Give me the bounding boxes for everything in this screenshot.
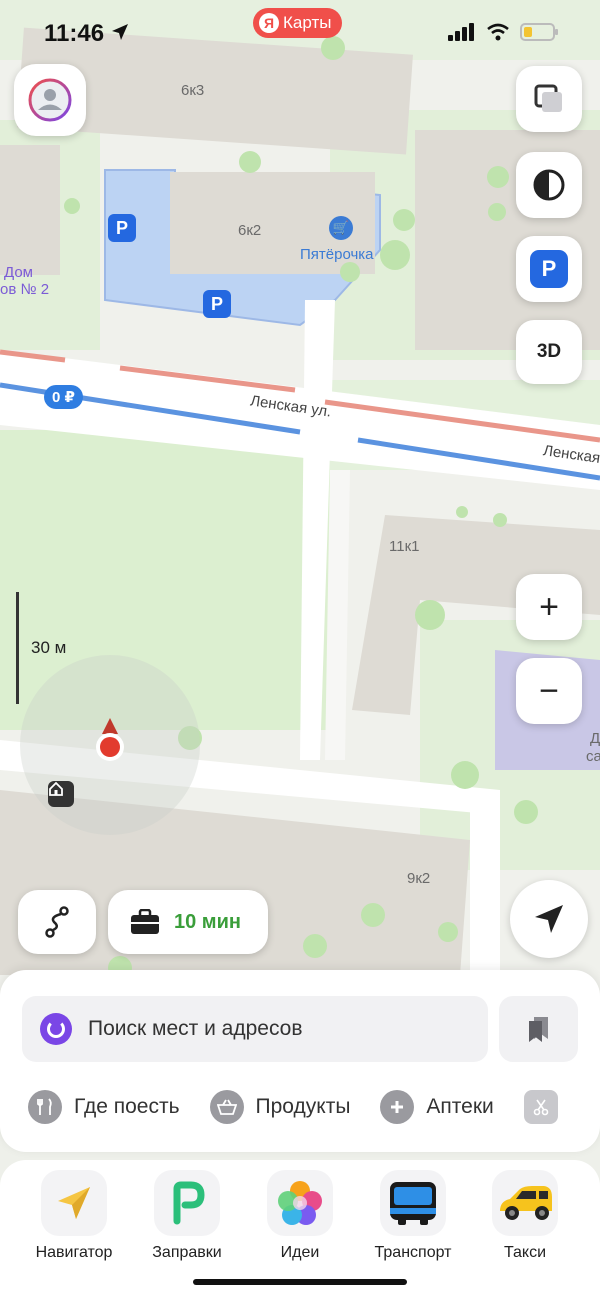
- building-label: 11к1: [389, 538, 420, 555]
- work-route-time: 10 мин: [174, 910, 241, 933]
- plus-icon: [380, 1090, 415, 1124]
- alice-icon[interactable]: [40, 1013, 72, 1045]
- dock-item-transport[interactable]: Транспорт: [368, 1170, 458, 1262]
- user-location-marker[interactable]: [90, 716, 130, 766]
- maps-app-badge[interactable]: Я Карты: [253, 8, 343, 38]
- 3d-toggle-button[interactable]: 3D: [516, 320, 582, 384]
- dock-label: Навигатор: [35, 1244, 113, 1261]
- search-placeholder: Поиск мест и адресов: [88, 1017, 303, 1040]
- scissors-icon: [523, 1090, 558, 1124]
- poi-label: ов № 2: [0, 281, 50, 298]
- category-chips: Где поесть Продукты Аптеки: [28, 1090, 558, 1124]
- parking-marker[interactable]: P: [203, 290, 231, 318]
- status-bar: 11:46 Я Карты: [0, 0, 600, 64]
- route-squiggle-icon: [45, 906, 69, 938]
- minus-icon: −: [539, 672, 559, 710]
- bus-icon: [380, 1170, 446, 1236]
- search-input[interactable]: Поиск мест и адресов: [22, 996, 488, 1062]
- poi-label: са: [586, 748, 600, 765]
- building-label: 6к2: [238, 222, 262, 239]
- poi-label: Дом: [4, 264, 33, 281]
- dock-item-navigator[interactable]: Навигатор: [29, 1170, 119, 1262]
- services-dock: Навигатор Заправки Идеи Транспорт Такси: [0, 1160, 600, 1297]
- category-chip-pharmacy[interactable]: Аптеки: [380, 1090, 494, 1124]
- building-label: 6к3: [181, 82, 205, 99]
- layers-icon: [534, 84, 562, 112]
- bookmarks-button[interactable]: [499, 996, 578, 1062]
- basket-icon[interactable]: 🛒: [329, 216, 353, 240]
- location-arrow-icon: [112, 24, 128, 40]
- signal-icon: [448, 23, 474, 41]
- route-button[interactable]: [18, 890, 96, 954]
- map-mode-button[interactable]: [516, 152, 582, 218]
- dock-item-ideas[interactable]: Идеи: [255, 1170, 345, 1262]
- fork-knife-icon: [28, 1090, 62, 1124]
- home-indicator[interactable]: [193, 1279, 407, 1285]
- profile-button[interactable]: [14, 64, 86, 136]
- taxi-icon: [492, 1170, 558, 1236]
- maps-badge-label: Карты: [283, 13, 332, 32]
- avatar-icon: [28, 78, 72, 122]
- navigation-arrow-icon: [535, 905, 563, 933]
- category-label: Аптеки: [426, 1095, 494, 1118]
- home-icon[interactable]: [48, 781, 74, 807]
- zoom-in-button[interactable]: +: [516, 574, 582, 640]
- dock-label: Такси: [503, 1244, 547, 1261]
- scale-bar: [16, 592, 19, 704]
- dock-item-fuel[interactable]: Заправки: [142, 1170, 232, 1262]
- work-route-button[interactable]: 10 мин: [108, 890, 268, 954]
- category-chip-more[interactable]: [523, 1090, 558, 1124]
- status-icons: [448, 22, 560, 42]
- scale-label: 30 м: [31, 638, 67, 657]
- battery-icon: [520, 23, 558, 41]
- layers-button[interactable]: [516, 66, 582, 132]
- bookmarks-icon: [528, 1017, 548, 1042]
- category-chip-groceries[interactable]: Продукты: [209, 1090, 351, 1124]
- parking-price-pill[interactable]: 0 ₽: [44, 385, 83, 409]
- fuel-icon: [154, 1170, 220, 1236]
- parking-layer-button[interactable]: P: [516, 236, 582, 302]
- dock-label: Заправки: [152, 1244, 222, 1261]
- ideas-icon: [267, 1170, 333, 1236]
- basket-icon: [209, 1090, 244, 1124]
- poi-shop-label[interactable]: Пятёрочка: [300, 246, 374, 263]
- map-view[interactable]: 6к3 6к2 11к1 9к2 Дом ов № 2 Д са Ленская…: [0, 0, 600, 1000]
- search-sheet: Поиск мест и адресов Где поесть Продукты…: [0, 970, 600, 1152]
- status-time: 11:46: [44, 20, 105, 47]
- poi-label: Д: [590, 730, 600, 747]
- category-label: Продукты: [255, 1095, 351, 1118]
- category-chip-food[interactable]: Где поесть: [28, 1090, 180, 1124]
- yandex-logo: Я: [259, 13, 279, 33]
- wifi-icon: [487, 23, 509, 41]
- dock-label: Транспорт: [374, 1244, 452, 1261]
- plus-icon: +: [539, 588, 559, 626]
- dock-item-taxi[interactable]: Такси: [480, 1170, 570, 1262]
- locate-me-button[interactable]: [510, 880, 588, 958]
- category-label: Где поесть: [74, 1095, 180, 1118]
- half-circle-icon: [533, 169, 565, 201]
- map-canvas: [0, 0, 600, 1000]
- dock-label: Идеи: [280, 1244, 320, 1261]
- parking-icon: P: [530, 250, 568, 288]
- building-label: 9к2: [407, 870, 431, 887]
- briefcase-icon: [131, 909, 159, 934]
- zoom-out-button[interactable]: −: [516, 658, 582, 724]
- parking-marker[interactable]: P: [108, 214, 136, 242]
- navigator-icon: [41, 1170, 107, 1236]
